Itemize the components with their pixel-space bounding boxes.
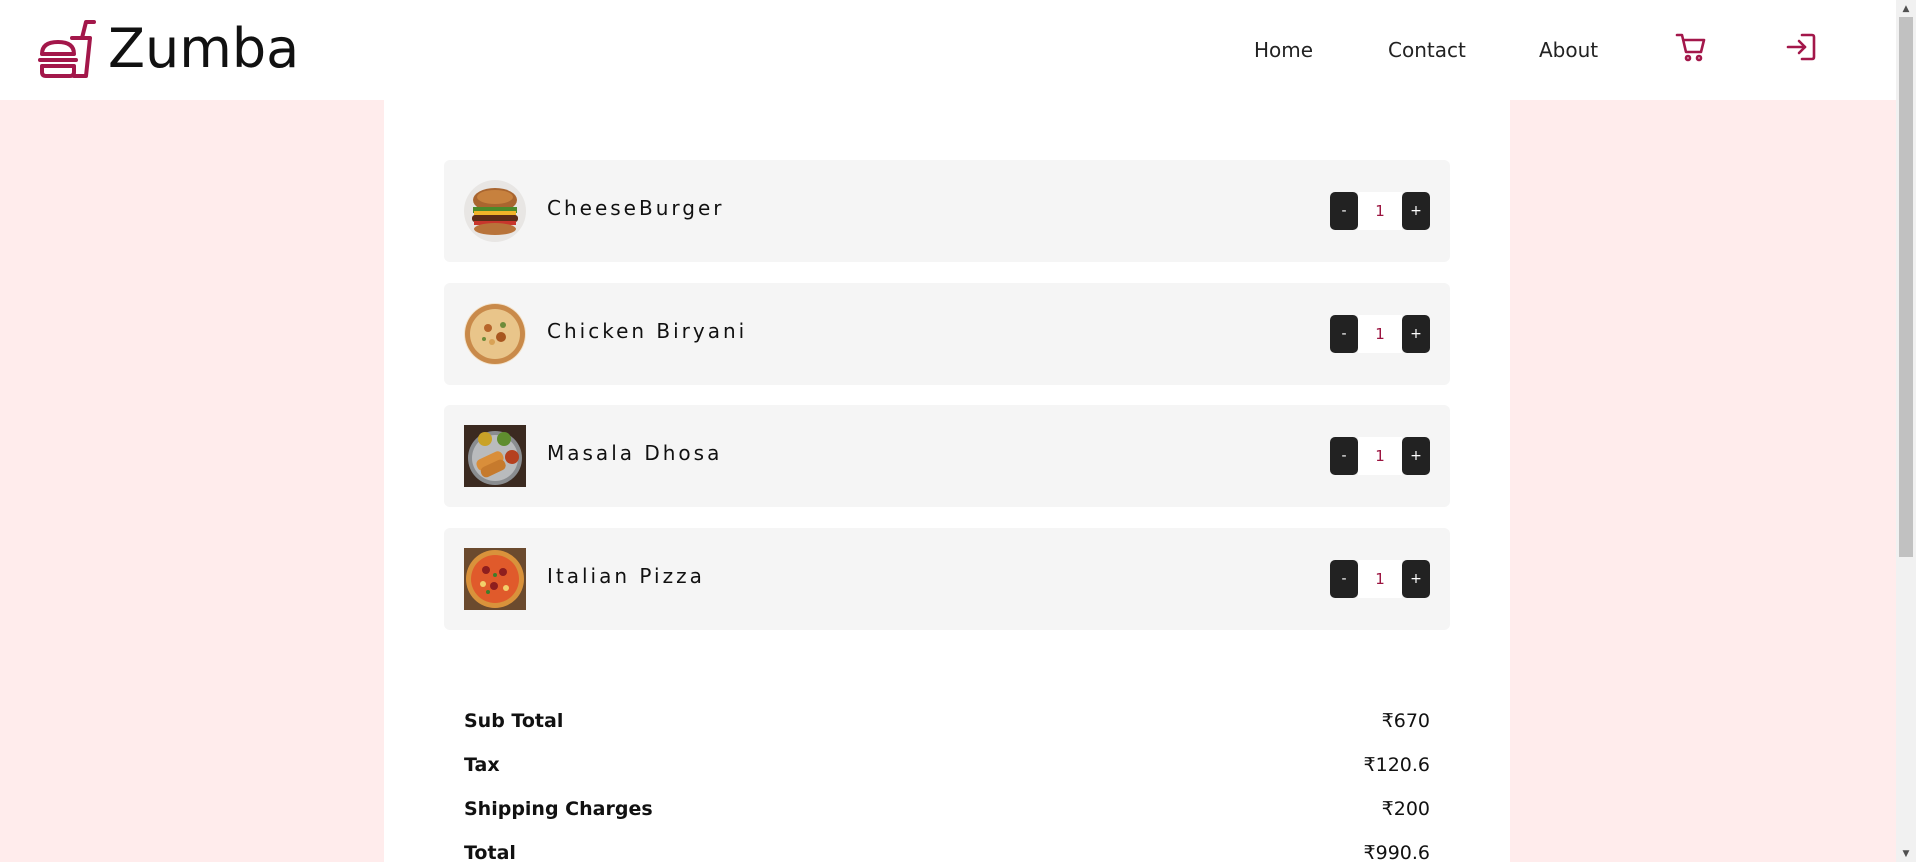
scroll-up-arrow-icon[interactable]: ▲ [1896, 0, 1916, 17]
site-header: Zumba Home Contact About [0, 0, 1896, 100]
cart-item: Chicken Biryani - + [444, 283, 1450, 385]
login-icon[interactable] [1784, 30, 1818, 64]
increase-quantity-button[interactable]: + [1402, 315, 1430, 353]
cart-item: Masala Dhosa - + [444, 405, 1450, 507]
nav-about-link[interactable]: About [1539, 38, 1598, 62]
quantity-input[interactable] [1358, 315, 1402, 353]
cart-icon[interactable] [1674, 30, 1708, 64]
quantity-stepper: - + [1330, 191, 1430, 231]
subtotal-row: Sub Total ₹670 [464, 706, 1430, 736]
increase-quantity-button[interactable]: + [1402, 192, 1430, 230]
decrease-quantity-button[interactable]: - [1330, 192, 1358, 230]
decrease-quantity-button[interactable]: - [1330, 437, 1358, 475]
tax-value: ₹120.6 [1363, 754, 1430, 776]
quantity-stepper: - + [1330, 314, 1430, 354]
cart-panel: CheeseBurger - + Chicken Biryani - + [384, 100, 1510, 862]
tax-row: Tax ₹120.6 [464, 750, 1430, 780]
brand-logo[interactable]: Zumba [38, 18, 299, 80]
shipping-value: ₹200 [1381, 798, 1430, 820]
page-scrollbar[interactable]: ▲ ▼ [1896, 0, 1916, 862]
nav-contact-link[interactable]: Contact [1388, 38, 1466, 62]
tax-label: Tax [464, 754, 500, 776]
item-name: CheeseBurger [547, 196, 725, 220]
item-name: Chicken Biryani [547, 319, 748, 343]
shipping-row: Shipping Charges ₹200 [464, 794, 1430, 824]
item-name: Italian Pizza [547, 564, 705, 588]
nav-home-link[interactable]: Home [1254, 38, 1313, 62]
quantity-input[interactable] [1358, 437, 1402, 475]
cart-item: CheeseBurger - + [444, 160, 1450, 262]
total-row: Total ₹990.6 [464, 838, 1430, 862]
quantity-stepper: - + [1330, 436, 1430, 476]
quantity-input[interactable] [1358, 560, 1402, 598]
subtotal-value: ₹670 [1381, 710, 1430, 732]
scrollbar-thumb[interactable] [1899, 17, 1913, 557]
subtotal-label: Sub Total [464, 710, 564, 732]
italian-pizza-image [464, 548, 526, 610]
total-label: Total [464, 842, 516, 862]
decrease-quantity-button[interactable]: - [1330, 315, 1358, 353]
masala-dhosa-image [464, 425, 526, 487]
scroll-down-arrow-icon[interactable]: ▼ [1896, 845, 1916, 862]
increase-quantity-button[interactable]: + [1402, 560, 1430, 598]
quantity-input[interactable] [1358, 192, 1402, 230]
food-combo-icon [38, 20, 96, 78]
total-value: ₹990.6 [1363, 842, 1430, 862]
cheeseburger-image [464, 180, 526, 242]
increase-quantity-button[interactable]: + [1402, 437, 1430, 475]
brand-name: Zumba [108, 17, 300, 80]
decrease-quantity-button[interactable]: - [1330, 560, 1358, 598]
item-name: Masala Dhosa [547, 441, 723, 465]
chicken-biryani-image [464, 303, 526, 365]
cart-item: Italian Pizza - + [444, 528, 1450, 630]
shipping-label: Shipping Charges [464, 798, 653, 820]
quantity-stepper: - + [1330, 559, 1430, 599]
